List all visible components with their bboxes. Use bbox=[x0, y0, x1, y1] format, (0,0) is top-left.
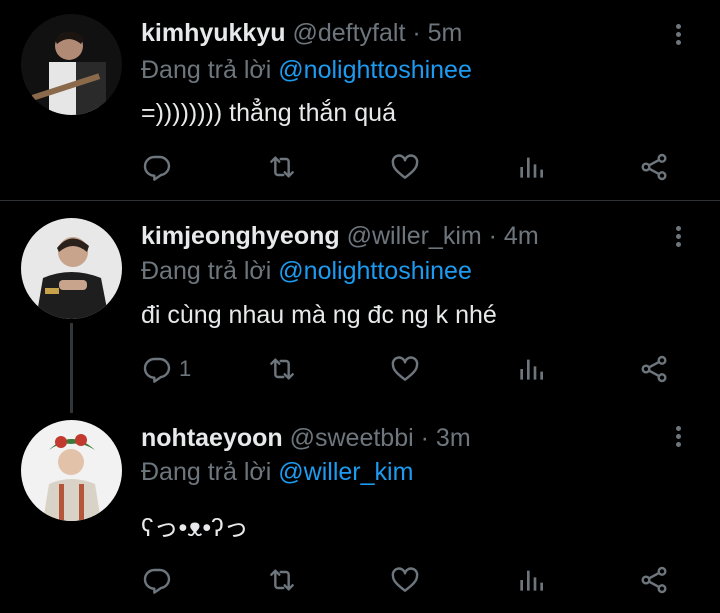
share-button[interactable] bbox=[638, 352, 670, 386]
like-icon bbox=[391, 356, 419, 381]
like-button[interactable] bbox=[389, 563, 421, 597]
user-handle[interactable]: @willer_kim bbox=[347, 222, 482, 250]
replying-to-label: Đang trả lời bbox=[141, 458, 272, 486]
reply-button[interactable]: 1 bbox=[141, 352, 191, 386]
more-vertical-icon[interactable] bbox=[668, 24, 688, 54]
analytics-button[interactable] bbox=[515, 150, 547, 184]
timestamp[interactable]: · 4m bbox=[489, 222, 539, 250]
retweet-icon bbox=[270, 569, 294, 591]
reply-count: 1 bbox=[179, 356, 192, 381]
avatar[interactable] bbox=[21, 420, 122, 521]
avatar[interactable] bbox=[21, 14, 122, 115]
action-bar: 1 bbox=[0, 352, 720, 386]
tweet-2[interactable]: kimjeonghyeong @willer_kim · 4m Đang trả… bbox=[0, 201, 720, 413]
share-button[interactable] bbox=[638, 563, 670, 597]
share-icon bbox=[641, 355, 667, 383]
avatar[interactable] bbox=[21, 218, 122, 319]
display-name[interactable]: nohtaeyoon bbox=[141, 424, 283, 452]
display-name[interactable]: kimjeonghyeong bbox=[141, 222, 340, 250]
like-button[interactable] bbox=[389, 150, 421, 184]
share-icon bbox=[641, 153, 667, 181]
retweet-button[interactable] bbox=[266, 150, 298, 184]
like-icon bbox=[391, 154, 419, 179]
share-button[interactable] bbox=[638, 150, 670, 184]
replying-to: Đang trả lời @willer_kim bbox=[141, 458, 413, 487]
retweet-icon bbox=[270, 358, 294, 380]
mention-link[interactable]: @nolighttoshinee bbox=[278, 257, 472, 285]
user-handle[interactable]: @deftyfalt bbox=[292, 19, 405, 47]
replying-to: Đang trả lời @nolighttoshinee bbox=[141, 257, 472, 286]
tweet-text: ʕっ•ᴥ•ʔっ bbox=[141, 514, 249, 542]
timestamp[interactable]: · 5m bbox=[412, 19, 462, 47]
action-bar bbox=[0, 563, 720, 597]
timestamp[interactable]: · 3m bbox=[421, 424, 471, 452]
action-bar bbox=[0, 150, 720, 184]
retweet-icon bbox=[270, 156, 294, 178]
tweet-text: đi cùng nhau mà ng đc ng k nhé bbox=[141, 301, 497, 329]
like-button[interactable] bbox=[389, 352, 421, 386]
analytics-icon bbox=[520, 570, 543, 591]
retweet-button[interactable] bbox=[266, 563, 298, 597]
display-name[interactable]: kimhyukkyu bbox=[141, 19, 286, 47]
retweet-button[interactable] bbox=[266, 352, 298, 386]
analytics-button[interactable] bbox=[515, 352, 547, 386]
reply-icon bbox=[143, 357, 171, 383]
analytics-button[interactable] bbox=[515, 563, 547, 597]
tweet-1[interactable]: kimhyukkyu @deftyfalt · 5m Đang trả lời … bbox=[0, 0, 720, 200]
reply-icon bbox=[143, 155, 171, 181]
reply-button[interactable] bbox=[141, 150, 179, 184]
more-vertical-icon[interactable] bbox=[668, 226, 688, 256]
tweet-3[interactable]: nohtaeyoon @sweetbbi · 3m Đang trả lời @… bbox=[0, 401, 720, 613]
mention-link[interactable]: @nolighttoshinee bbox=[278, 56, 472, 84]
replying-to-label: Đang trả lời bbox=[141, 56, 272, 84]
reply-button[interactable] bbox=[141, 563, 179, 597]
analytics-icon bbox=[520, 359, 543, 380]
reply-icon bbox=[143, 568, 171, 594]
mention-link[interactable]: @willer_kim bbox=[278, 458, 413, 486]
replying-to: Đang trả lời @nolighttoshinee bbox=[141, 56, 472, 85]
replying-to-label: Đang trả lời bbox=[141, 257, 272, 285]
user-handle[interactable]: @sweetbbi bbox=[290, 424, 414, 452]
like-icon bbox=[391, 567, 419, 592]
share-icon bbox=[641, 566, 667, 594]
tweet-text: =)))))))) thẳng thắn quá bbox=[141, 99, 396, 127]
analytics-icon bbox=[520, 157, 543, 178]
more-vertical-icon[interactable] bbox=[668, 426, 688, 456]
